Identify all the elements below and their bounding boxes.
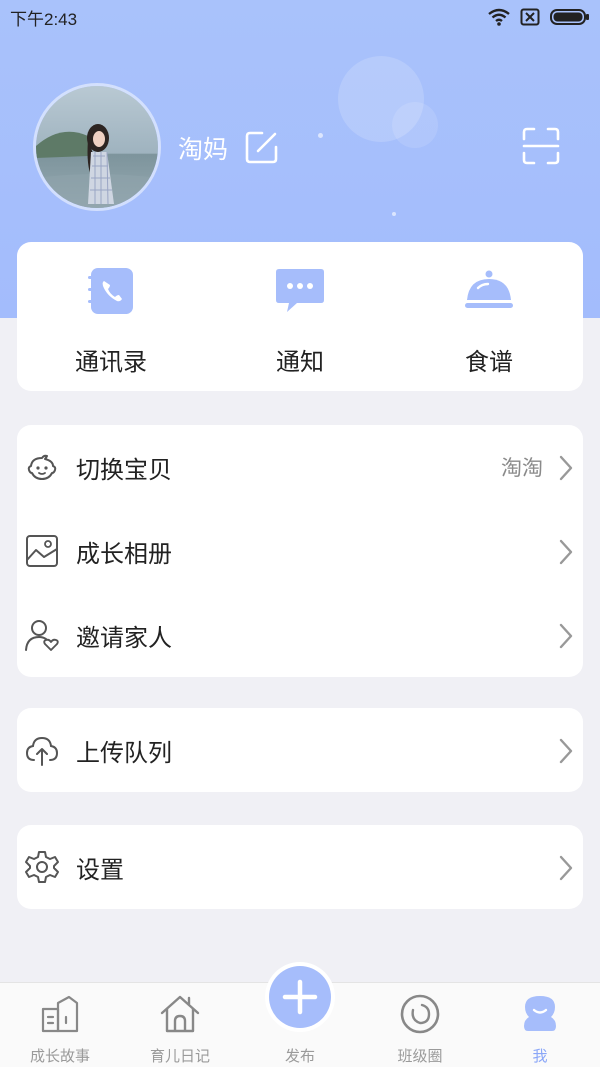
status-time: 下午2:43: [10, 9, 78, 29]
quick-actions-card: 通讯录 通知 食谱: [17, 242, 583, 391]
recipe-cloche-icon: [465, 270, 513, 308]
menu-label-upload-queue: 上传队列: [76, 738, 172, 767]
photo-album-icon: [26, 535, 58, 567]
chevron-right-icon: [559, 539, 573, 565]
contacts-label: 通讯录: [75, 348, 147, 376]
notification-chat-icon: [276, 269, 324, 312]
home-icon: [160, 995, 200, 1033]
menu-group-settings: 设置: [17, 825, 583, 909]
edit-icon[interactable]: [244, 129, 280, 165]
decor-dot: [318, 133, 323, 138]
tab-class-circle[interactable]: 班级圈: [360, 983, 480, 1067]
status-bar: 下午2:43: [0, 0, 600, 34]
decor-bubble: [392, 102, 438, 148]
chevron-right-icon: [559, 455, 573, 481]
publish-button[interactable]: [269, 966, 331, 1028]
tab-label: 我: [532, 1047, 548, 1065]
tab-label: 成长故事: [29, 1047, 90, 1065]
class-circle-icon: [400, 994, 440, 1034]
status-icons: [488, 8, 590, 26]
tab-parenting-diary[interactable]: 育儿日记: [120, 983, 240, 1067]
current-baby-name: 淘淘: [501, 456, 543, 480]
menu-label-invite-family: 邀请家人: [76, 623, 172, 652]
tab-label: 发布: [284, 1047, 315, 1065]
decor-dot: [392, 212, 396, 216]
menu-label-growth-album: 成长相册: [76, 539, 172, 568]
notification-button[interactable]: 通知: [206, 242, 394, 391]
menu-label-settings: 设置: [76, 855, 124, 884]
invite-family-icon: [25, 620, 59, 651]
growth-story-icon: [41, 995, 79, 1033]
avatar-photo: [36, 86, 158, 208]
baby-face-icon: [27, 454, 57, 480]
contacts-icon: [88, 268, 133, 314]
settings-gear-icon: [25, 851, 59, 883]
upload-cloud-icon: [25, 736, 59, 766]
tab-label: 育儿日记: [149, 1047, 210, 1065]
tab-me[interactable]: 我: [480, 983, 600, 1067]
chevron-right-icon: [559, 738, 573, 764]
plus-icon: [282, 979, 318, 1015]
menu-label-switch-baby: 切换宝贝: [76, 455, 172, 484]
chevron-right-icon: [559, 855, 573, 881]
recipe-label: 食谱: [465, 348, 513, 376]
menu-row-settings[interactable]: 设置: [17, 825, 583, 909]
tab-label: 班级圈: [397, 1047, 443, 1065]
wifi-icon: [488, 8, 510, 26]
recipe-button[interactable]: 食谱: [395, 242, 583, 391]
menu-group-baby: 切换宝贝 淘淘 成长相册 邀请家人: [17, 425, 583, 677]
tab-growth-story[interactable]: 成长故事: [0, 983, 120, 1067]
menu-row-upload-queue[interactable]: 上传队列: [17, 708, 583, 792]
battery-icon: [550, 9, 589, 25]
menu-group-upload: 上传队列: [17, 708, 583, 792]
notification-label: 通知: [276, 348, 324, 376]
menu-row-invite-family[interactable]: 邀请家人: [17, 593, 583, 677]
username[interactable]: 淘妈: [178, 130, 228, 166]
scan-icon[interactable]: [522, 127, 560, 165]
menu-row-switch-baby[interactable]: 切换宝贝 淘淘: [17, 425, 583, 509]
menu-row-growth-album[interactable]: 成长相册: [17, 509, 583, 593]
me-icon: [524, 996, 556, 1031]
avatar[interactable]: [33, 83, 161, 211]
chevron-right-icon: [559, 623, 573, 649]
contacts-button[interactable]: 通讯录: [17, 242, 205, 391]
no-sim-icon: [520, 8, 540, 26]
